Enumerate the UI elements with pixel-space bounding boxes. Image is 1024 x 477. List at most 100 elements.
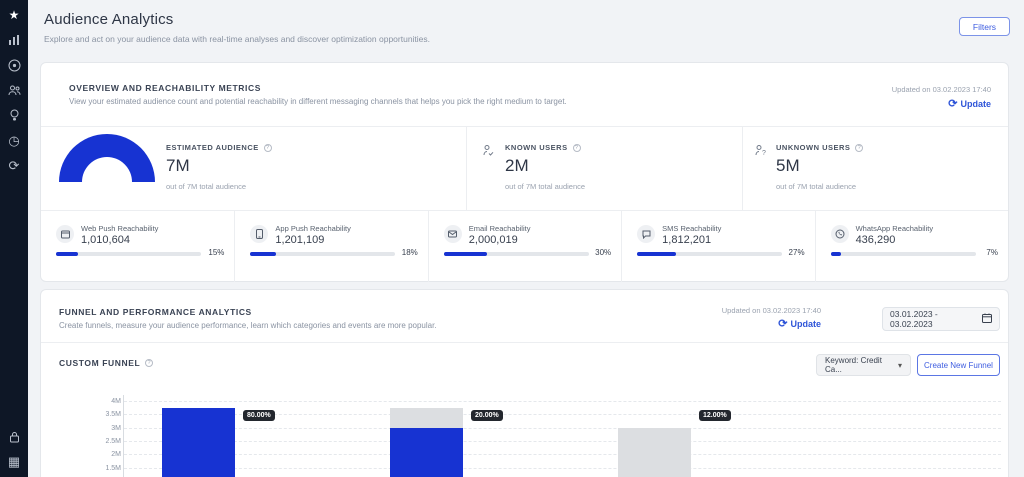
metric-value: 2M bbox=[505, 156, 585, 176]
y-tick-label: 3M bbox=[111, 425, 121, 432]
overview-card: OVERVIEW AND REACHABILITY METRICS View y… bbox=[40, 62, 1009, 282]
target-icon[interactable] bbox=[6, 57, 22, 73]
filters-button[interactable]: Filters bbox=[959, 17, 1010, 36]
channel-percent: 15% bbox=[208, 248, 224, 257]
progress-track bbox=[444, 252, 589, 256]
person-check-icon bbox=[482, 144, 495, 162]
channel-percent: 30% bbox=[595, 248, 611, 257]
funnel-bar-total[interactable] bbox=[618, 428, 691, 477]
divider bbox=[41, 342, 1008, 343]
y-tick-label: 2.5M bbox=[105, 438, 121, 445]
progress-fill bbox=[637, 252, 676, 256]
metric-caption: out of 7M total audience bbox=[166, 182, 272, 191]
page-title: Audience Analytics bbox=[44, 11, 174, 28]
page-subtitle: Explore and act on your audience data wi… bbox=[44, 34, 430, 44]
lock-icon[interactable] bbox=[6, 429, 22, 445]
email-reachability: Email Reachability 2,000,019 30% bbox=[428, 211, 621, 282]
progress-track bbox=[637, 252, 782, 256]
gridline bbox=[124, 401, 1001, 402]
y-tick-label: 1.5M bbox=[105, 465, 121, 472]
grid-icon[interactable] bbox=[6, 453, 22, 469]
channel-percent: 27% bbox=[789, 248, 805, 257]
app-push-reachability: App Push Reachability 1,201,109 18% bbox=[234, 211, 427, 282]
overview-update-button[interactable]: Update bbox=[948, 97, 991, 110]
bar-chart-icon[interactable] bbox=[6, 32, 22, 48]
sync-icon[interactable] bbox=[6, 157, 22, 173]
progress-track bbox=[56, 252, 201, 256]
refresh-icon bbox=[948, 97, 957, 110]
whatsapp-reachability: WhatsApp Reachability 436,290 7% bbox=[815, 211, 1008, 282]
channel-label: Web Push Reachability bbox=[81, 224, 158, 233]
channel-value: 2,000,019 bbox=[469, 234, 518, 246]
channel-value: 1,812,201 bbox=[662, 234, 711, 246]
metric-label: UNKNOWN USERS bbox=[776, 143, 863, 152]
channel-value: 1,010,604 bbox=[81, 234, 130, 246]
browser-icon bbox=[56, 225, 74, 243]
person-question-icon: ? bbox=[754, 144, 767, 162]
progress-fill bbox=[250, 252, 276, 256]
channel-label: Email Reachability bbox=[469, 224, 531, 233]
channel-label: WhatsApp Reachability bbox=[856, 224, 934, 233]
channel-percent: 18% bbox=[402, 248, 418, 257]
update-label: Update bbox=[960, 99, 991, 109]
gridline bbox=[124, 454, 1001, 455]
help-icon[interactable] bbox=[855, 144, 863, 152]
keyword-dropdown[interactable]: Keyword: Credit Ca... bbox=[816, 354, 911, 376]
progress-fill bbox=[444, 252, 488, 256]
help-icon[interactable] bbox=[264, 144, 272, 152]
unknown-users-metric: ? UNKNOWN USERS 5M out of 7M total audie… bbox=[742, 127, 1008, 210]
channel-value: 1,201,109 bbox=[275, 234, 324, 246]
estimated-audience-metric: ESTIMATED AUDIENCE 7M out of 7M total au… bbox=[41, 127, 466, 210]
y-tick-label: 4M bbox=[111, 398, 121, 405]
chat-bubble-icon bbox=[637, 225, 655, 243]
progress-track bbox=[831, 252, 976, 256]
funnel-percent-badge: 80.00% bbox=[243, 410, 275, 421]
metric-label: ESTIMATED AUDIENCE bbox=[166, 143, 272, 152]
metrics-row: ESTIMATED AUDIENCE 7M out of 7M total au… bbox=[41, 126, 1008, 211]
envelope-icon bbox=[444, 225, 462, 243]
sms-reachability: SMS Reachability 1,812,201 27% bbox=[621, 211, 814, 282]
svg-text:?: ? bbox=[762, 150, 766, 157]
funnel-percent-badge: 20.00% bbox=[471, 410, 503, 421]
history-icon[interactable] bbox=[6, 132, 22, 148]
star-icon[interactable] bbox=[6, 7, 22, 23]
users-icon[interactable] bbox=[6, 82, 22, 98]
overview-card-title: OVERVIEW AND REACHABILITY METRICS bbox=[69, 83, 261, 93]
funnel-bar-value[interactable] bbox=[162, 408, 235, 477]
metric-label: KNOWN USERS bbox=[505, 143, 585, 152]
progress-track bbox=[250, 252, 395, 256]
funnel-bar-value[interactable] bbox=[390, 428, 463, 477]
mobile-icon bbox=[250, 225, 268, 243]
channel-label: App Push Reachability bbox=[275, 224, 350, 233]
whatsapp-icon bbox=[831, 225, 849, 243]
date-range-picker[interactable]: 03.01.2023 - 03.02.2023 bbox=[882, 307, 1000, 331]
date-range-value: 03.01.2023 - 03.02.2023 bbox=[890, 309, 982, 329]
y-tick-label: 2M bbox=[111, 451, 121, 458]
funnel-update-button[interactable]: Update bbox=[778, 317, 821, 330]
create-new-funnel-button[interactable]: Create New Funnel bbox=[917, 354, 1000, 376]
metric-caption: out of 7M total audience bbox=[505, 182, 585, 191]
funnel-chart: 80.00% 20.00% 12.00% bbox=[123, 395, 1001, 477]
gridline bbox=[124, 441, 1001, 442]
funnel-percent-badge: 12.00% bbox=[699, 410, 731, 421]
calendar-icon bbox=[982, 313, 992, 325]
web-push-reachability: Web Push Reachability 1,010,604 15% bbox=[41, 211, 234, 282]
update-label: Update bbox=[790, 319, 821, 329]
metric-value: 7M bbox=[166, 156, 272, 176]
progress-fill bbox=[56, 252, 78, 256]
custom-funnel-title: CUSTOM FUNNEL bbox=[59, 358, 153, 368]
y-tick-label: 3.5M bbox=[105, 411, 121, 418]
gridline bbox=[124, 428, 1001, 429]
reachability-row: Web Push Reachability 1,010,604 15% App … bbox=[41, 211, 1008, 282]
metric-caption: out of 7M total audience bbox=[776, 182, 863, 191]
funnel-card-title: FUNNEL AND PERFORMANCE ANALYTICS bbox=[59, 307, 252, 317]
help-icon[interactable] bbox=[145, 359, 153, 367]
gridline bbox=[124, 468, 1001, 469]
channel-percent: 7% bbox=[986, 248, 998, 257]
channel-value: 436,290 bbox=[856, 234, 896, 246]
funnel-card-subtitle: Create funnels, measure your audience pe… bbox=[59, 321, 437, 330]
channel-label: SMS Reachability bbox=[662, 224, 721, 233]
lightbulb-icon[interactable] bbox=[6, 107, 22, 123]
help-icon[interactable] bbox=[573, 144, 581, 152]
refresh-icon bbox=[778, 317, 787, 330]
